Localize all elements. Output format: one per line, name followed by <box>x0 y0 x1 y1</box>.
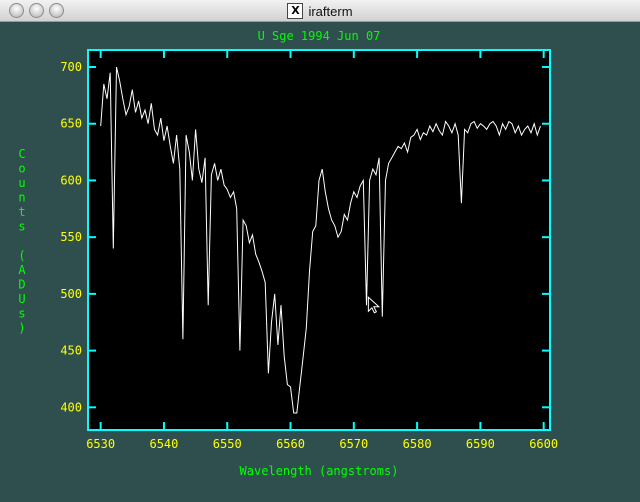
title-group: X irafterm <box>0 0 640 22</box>
x-tick-label: 6550 <box>213 437 242 451</box>
y-tick-label: 450 <box>60 344 82 358</box>
chart-title: U Sge 1994 Jun 07 <box>258 29 381 43</box>
x-axis-label: Wavelength (angstroms) <box>240 464 399 478</box>
y-tick-label: 600 <box>60 173 82 187</box>
spectrum-plot[interactable]: 6530 6540 6550 6560 6570 6580 6590 6600 400 450 50… <box>0 22 640 502</box>
x-tick-label: 6580 <box>403 437 432 451</box>
x-tick-label: 6570 <box>339 437 368 451</box>
y-axis-label: Counts (A D Us) <box>18 147 26 335</box>
plot-area[interactable] <box>88 50 550 430</box>
y-tick-label: 550 <box>60 230 82 244</box>
title-bar[interactable]: X irafterm <box>0 0 640 22</box>
y-tick-label: 500 <box>60 287 82 301</box>
x-tick-label: 6560 <box>276 437 305 451</box>
irafterm-window: X irafterm 6530 6540 6550 6560 6570 6580 6590 6… <box>0 0 640 502</box>
window-title: irafterm <box>308 3 353 19</box>
y-tick-label: 650 <box>60 117 82 131</box>
x-tick-label: 6540 <box>149 437 178 451</box>
y-tick-label: 400 <box>60 400 82 414</box>
x-tick-label: 6600 <box>529 437 558 451</box>
x11-icon: X <box>287 3 304 19</box>
x-tick-label: 6530 <box>86 437 115 451</box>
y-tick-label: 700 <box>60 60 82 74</box>
x-tick-label: 6590 <box>466 437 495 451</box>
